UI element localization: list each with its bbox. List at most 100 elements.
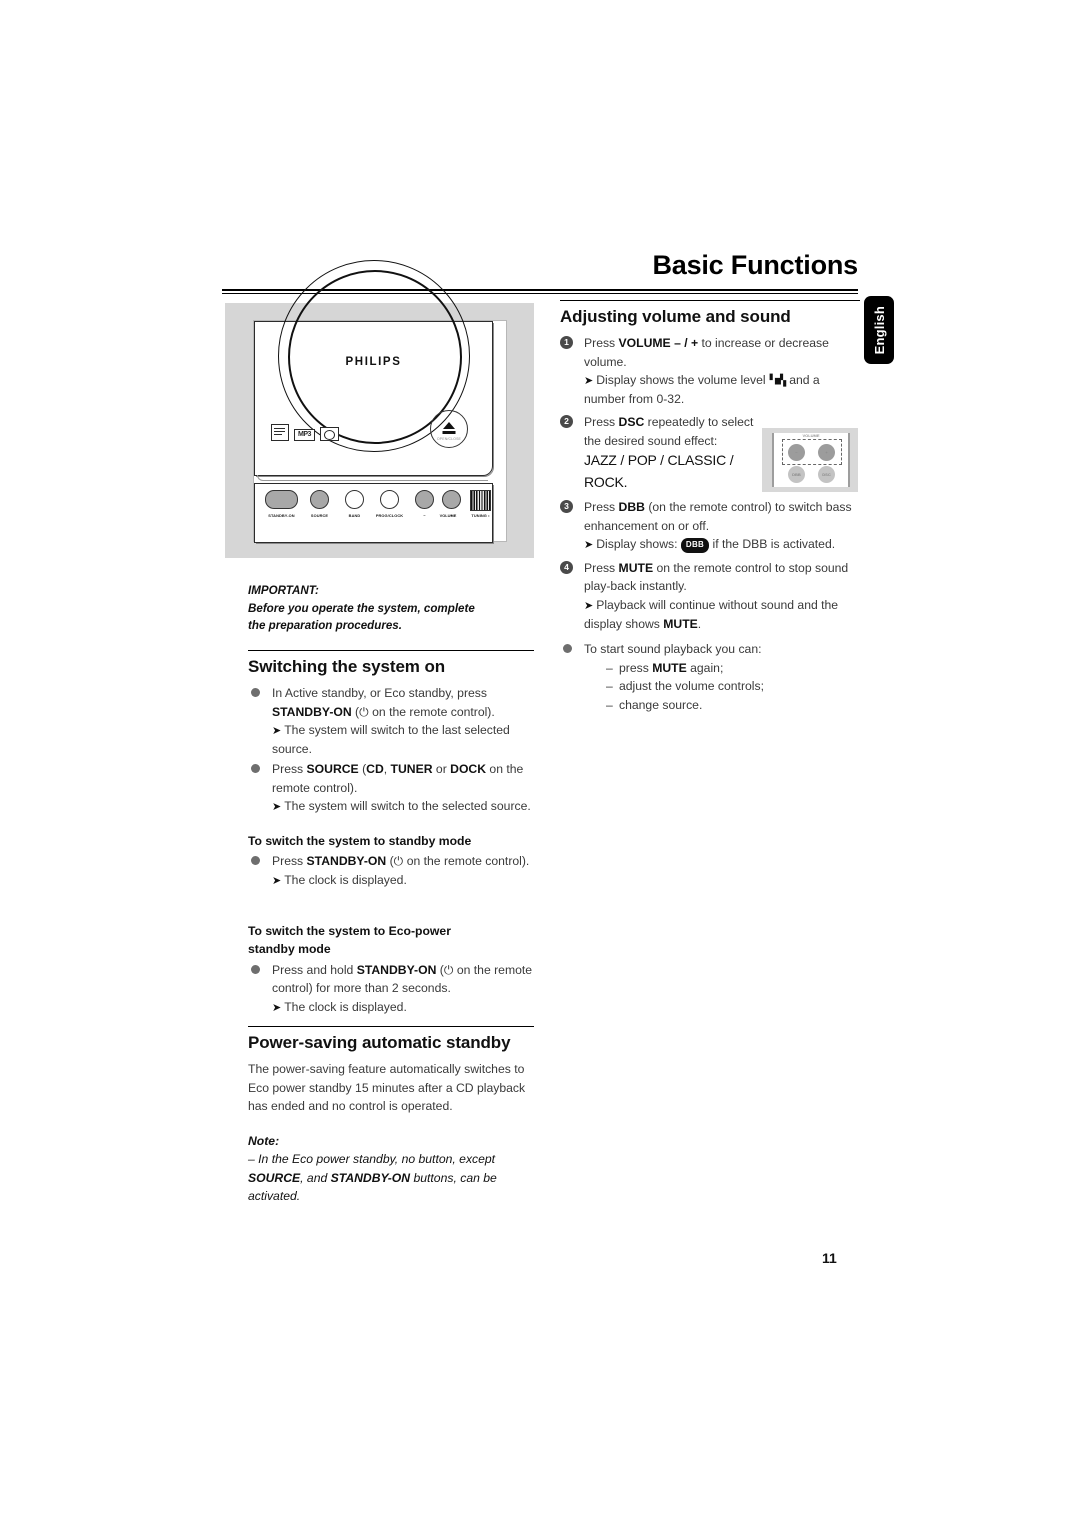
start-playback-option: – press MUTE again; [584,659,860,678]
important-note: IMPORTANT: Before you operate the system… [248,582,534,635]
eject-icon-bar [442,431,456,434]
standby-on-label: STANDBY-ON [268,513,295,518]
control-button-row: STANDBY-ON SOURCE BAND PROG/CLOCK − + VO… [265,490,491,540]
eject-label: OPEN/CLOSE [436,437,462,441]
eject-button[interactable]: OPEN/CLOSE [430,410,468,448]
device-button-volume-plus[interactable]: + [442,490,461,518]
volume-minus-key [415,490,434,509]
device-button-tuning[interactable]: TUNING • [470,490,491,518]
remote-volume-caption: VOLUME [802,433,820,438]
mp3-logo: MP3 [294,429,315,441]
subheading-eco-standby-line-1: To switch the system to Eco-power [248,924,451,938]
volume-minus-label: − [423,513,426,518]
arrow-icon: ➤ [584,599,594,612]
remote-dsc-label: DSC [822,472,831,477]
remote-dbb-button[interactable]: DBB [788,466,805,483]
remote-volume-plus-button[interactable]: + [818,444,835,461]
list-item-result: ➤ The clock is displayed. [272,871,534,890]
remote-dsc-button[interactable]: DSC [818,466,835,483]
remote-dbb-label: DBB [792,472,801,477]
standby-on-key [265,490,298,509]
list-item: To start sound playback you can: – press … [560,640,860,714]
dbb-display-badge: DBB [680,537,710,553]
section-heading-adjusting-volume: Adjusting volume and sound [560,307,791,326]
important-heading: IMPORTANT: [248,584,319,597]
numbered-step: 1 Press VOLUME – / + to increase or decr… [560,334,860,408]
right-column: Adjusting volume and sound 1 Press VOLUM… [560,300,860,714]
brand-logo: PHILIPS [345,356,402,368]
product-front-face: PHILIPS MP3 OPEN/CLOSE [254,260,493,481]
step-text: Press MUTE on the remote control to stop… [584,560,849,594]
eject-icon [443,422,455,429]
section-eco-standby-mode: To switch the system to Eco-power standb… [248,922,534,1016]
sound-effects-line-2: ROCK. [584,473,628,490]
source-label: SOURCE [310,513,329,518]
step-number-1: 1 [560,336,573,349]
page-title: Basic Functions [652,250,858,280]
section-standby-mode: To switch the system to standby mode Pre… [248,832,534,890]
device-button-volume-minus[interactable]: − [415,490,434,518]
step-result: ➤ Display shows the volume level ▘■▚ and … [584,373,820,406]
source-key [310,490,329,509]
section-divider [248,650,534,651]
step-number-4: 4 [560,560,573,574]
power-saving-body: The power-saving feature automatically s… [248,1062,526,1114]
remote-control-inset: VOLUME − + DBB DSC [762,428,858,492]
list-item-text: In Active standby, or Eco standby, press… [272,686,495,719]
product-illustration: PHILIPS MP3 OPEN/CLOSE STANDBY-ON SOURCE… [225,260,534,558]
important-line-1: Before you operate the system, complete [248,601,475,615]
band-key [345,490,364,509]
product-inner-frame: PHILIPS MP3 OPEN/CLOSE STANDBY-ON SOURCE… [253,260,507,544]
section-divider [560,300,860,301]
remote-volume-plus-label: + [825,450,828,455]
door-hinge-line [257,475,488,481]
start-playback-option: – adjust the volume controls; [584,677,860,696]
volume-plus-key [442,490,461,509]
remote-volume-minus-button[interactable]: − [788,444,805,461]
language-tab-label: English [871,305,887,355]
start-playback-option: – change source. [584,696,860,715]
remote-body: VOLUME − + DBB DSC [772,433,850,487]
page-number: 11 [822,1250,837,1266]
numbered-step: 4 Press MUTE on the remote control to st… [560,559,860,633]
section-heading-power-saving: Power-saving automatic standby [248,1033,511,1052]
section-divider [248,1026,534,1027]
device-button-standby-on[interactable]: STANDBY-ON [265,490,298,518]
section-power-saving: Power-saving automatic standby The power… [248,1026,534,1206]
list-item-text: Press SOURCE (CD, TUNER or DOCK on the r… [272,762,524,795]
arrow-icon: ➤ [272,725,282,738]
volume-display-glyph: ▘■▚ [769,374,786,388]
note-body: – In the Eco power standby, no button, e… [248,1152,497,1204]
tuning-knob [470,490,491,511]
step-text: Press DBB (on the remote control) to swi… [584,499,852,533]
tuning-label: TUNING • [471,513,490,518]
language-tab: English [864,296,894,364]
cd-rw-icon [271,424,289,441]
prog-clock-key [380,490,399,509]
list-item-result: ➤ The clock is displayed. [272,998,534,1017]
device-button-band[interactable]: BAND [345,490,364,518]
control-panel: STANDBY-ON SOURCE BAND PROG/CLOCK − + VO… [254,483,493,543]
format-logos: MP3 [271,424,339,441]
section-switching-on: Switching the system on In Active standb… [248,650,534,816]
device-button-prog-clock[interactable]: PROG/CLOCK [376,490,403,518]
step-number-3: 3 [560,499,573,513]
numbered-step: 3 Press DBB (on the remote control) to s… [560,498,860,554]
dash-marker: – [606,660,613,675]
volume-group-label: VOLUME [439,513,457,518]
step-text: Press DSC repeatedly to select the desir… [584,415,754,448]
list-item-text: Press and hold STANDBY-ON (⏻ on the remo… [272,962,533,996]
arrow-icon: ➤ [272,874,282,887]
device-button-source[interactable]: SOURCE [310,490,329,518]
prog-clock-label: PROG/CLOCK [375,513,404,518]
arrow-icon: ➤ [272,801,282,814]
list-item: In Active standby, or Eco standby, press… [248,684,534,758]
manual-page: Basic Functions English PHILIPS MP3 OPEN… [0,0,1080,1528]
bullet-icon [251,764,260,774]
step-result: ➤ Playback will continue without sound an… [584,597,839,631]
section-heading-switching-on: Switching the system on [248,657,446,676]
cd-digital-audio-logo [320,427,339,441]
start-playback-lead: To start sound playback you can: [584,642,762,657]
subheading-eco-standby-line-2: standby mode [248,942,331,957]
dash-marker: – [606,697,613,712]
